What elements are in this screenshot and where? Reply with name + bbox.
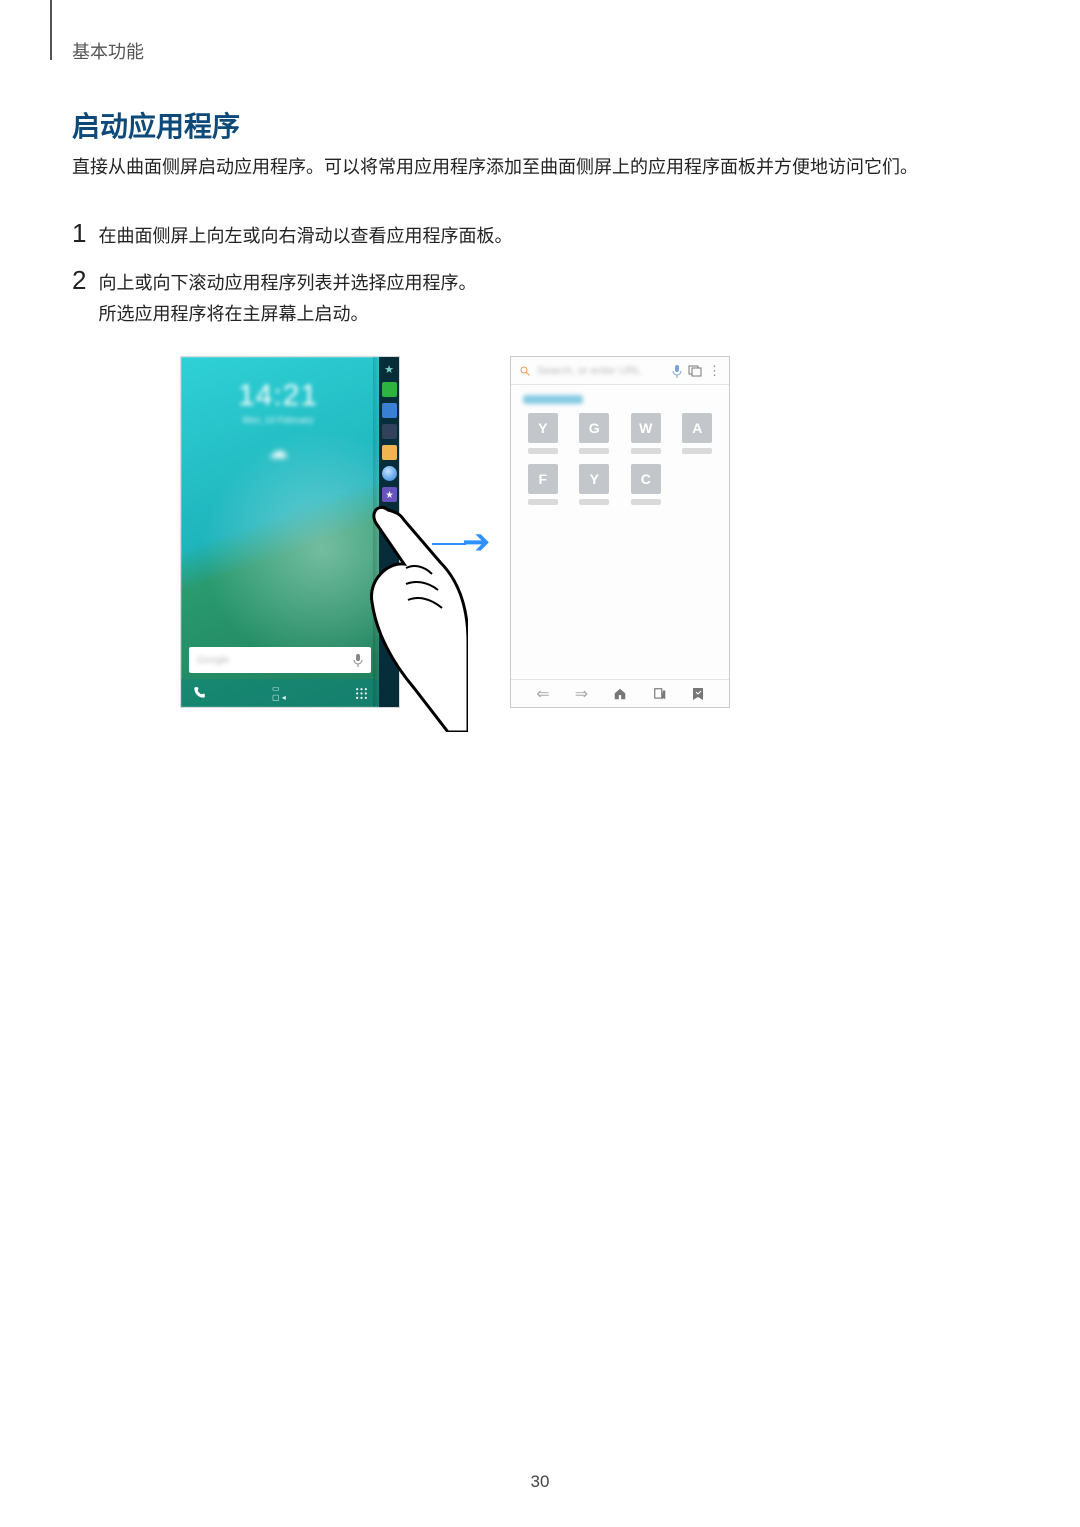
- browser-icon: [382, 466, 397, 481]
- tile: F: [523, 464, 563, 505]
- browser-toolbar: Search, or enter URL ⋮: [511, 357, 729, 385]
- tile-icon: F: [528, 464, 558, 494]
- edge-app-icon: [382, 382, 397, 397]
- statusbar: [181, 357, 399, 369]
- step-number: 1: [72, 218, 86, 249]
- step-text-line: 向上或向下滚动应用程序列表并选择应用程序。: [98, 273, 476, 293]
- recent-icon: ▭ ▢ ◂: [272, 685, 288, 701]
- clock-widget: 14:21: [181, 379, 375, 413]
- page-title: 启动应用程序: [72, 105, 240, 145]
- browser-bottom-bar: ⇐ ⇒: [511, 679, 729, 707]
- phone-icon: [191, 685, 207, 701]
- tile-icon: Y: [579, 464, 609, 494]
- tile-label: [682, 448, 712, 454]
- tile: G: [575, 413, 615, 454]
- clock-date: Mon, 14 February: [181, 415, 375, 425]
- back-icon: ⇐: [536, 684, 549, 704]
- google-search-bar: Google: [189, 647, 371, 673]
- search-icon: [519, 365, 531, 377]
- edge-app-icon: [382, 403, 397, 418]
- tile: Y: [575, 464, 615, 505]
- forward-icon: ⇒: [575, 684, 588, 704]
- tabs-icon: [688, 365, 702, 377]
- step-2: 2 向上或向下滚动应用程序列表并选择应用程序。 所选应用程序将在主屏幕上启动。: [72, 265, 476, 329]
- bookmarks-icon: [653, 687, 667, 701]
- step-text-line: 所选应用程序将在主屏幕上启动。: [98, 304, 368, 324]
- page-number: 30: [0, 1472, 1080, 1492]
- step-1: 1 在曲面侧屏上向左或向右滑动以查看应用程序面板。: [72, 218, 512, 252]
- step-number: 2: [72, 265, 86, 296]
- tile: C: [626, 464, 666, 505]
- edge-app-icon: [382, 424, 397, 439]
- url-bar: Search, or enter URL: [537, 365, 666, 377]
- tile-label: [528, 499, 558, 505]
- tile-icon: Y: [528, 413, 558, 443]
- page-left-rule: [50, 0, 52, 60]
- edge-app-icon: [382, 445, 397, 460]
- tile-icon: G: [579, 413, 609, 443]
- weather-widget: ☁: [181, 439, 375, 464]
- star-icon: ★: [384, 363, 394, 376]
- quick-access-label: [523, 395, 583, 404]
- tile-icon: C: [631, 464, 661, 494]
- more-icon: ⋮: [708, 363, 721, 379]
- quick-access-grid: Y G W A F Y C: [523, 413, 717, 505]
- home-icon: [613, 687, 627, 701]
- google-logo: Google: [197, 655, 229, 666]
- tile-label: [579, 448, 609, 454]
- tile-label: [631, 448, 661, 454]
- arrow-right-icon: ➔: [432, 522, 491, 562]
- tile: A: [678, 413, 718, 454]
- step-text: 向上或向下滚动应用程序列表并选择应用程序。 所选应用程序将在主屏幕上启动。: [98, 268, 476, 329]
- breadcrumb: 基本功能: [72, 38, 144, 64]
- tile-label: [631, 499, 661, 505]
- step-text: 在曲面侧屏上向左或向右滑动以查看应用程序面板。: [98, 221, 512, 252]
- bookmark-icon: [692, 687, 704, 701]
- tile-label: [528, 448, 558, 454]
- tile-label: [579, 499, 609, 505]
- tile-icon: A: [682, 413, 712, 443]
- screenshot-browser: Search, or enter URL ⋮ Y G W A F Y C ⇐ ⇒: [510, 356, 730, 708]
- tile: Y: [523, 413, 563, 454]
- mic-icon: [672, 364, 682, 378]
- tile-icon: W: [631, 413, 661, 443]
- intro-text: 直接从曲面侧屏启动应用程序。可以将常用应用程序添加至曲面侧屏上的应用程序面板并方…: [72, 152, 1000, 183]
- illustration: 14:21 Mon, 14 February ☁ Google ▭ ▢ ◂ ★: [180, 352, 900, 722]
- tile: W: [626, 413, 666, 454]
